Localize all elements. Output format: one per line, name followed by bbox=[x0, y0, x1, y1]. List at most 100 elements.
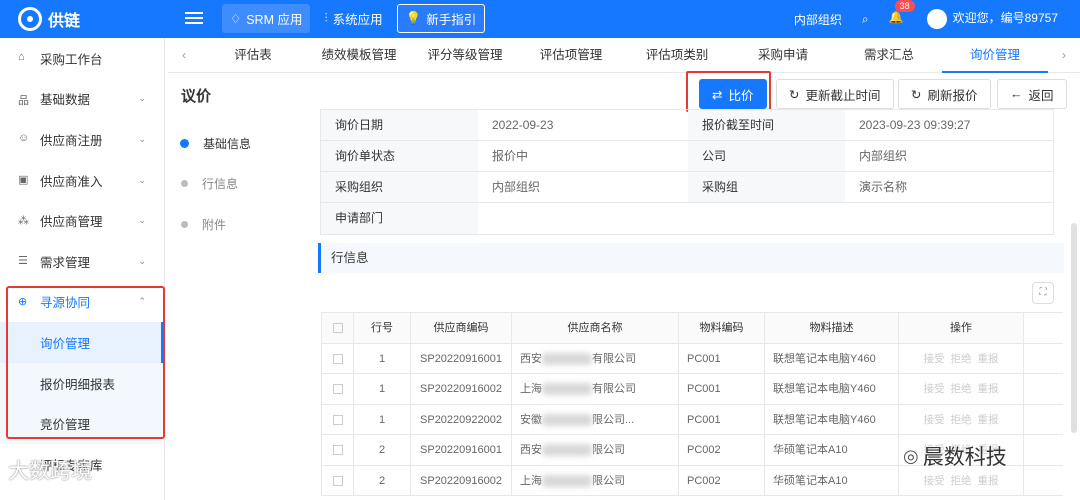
reject-link[interactable]: 拒绝 bbox=[951, 475, 972, 487]
update-deadline-button[interactable]: ↻ 更新截止时间 bbox=[776, 79, 894, 109]
topnav-system-app[interactable]: ⫶ 系统应用 bbox=[316, 4, 390, 33]
tab-evaluation-sheet[interactable]: 评估表 bbox=[200, 38, 306, 73]
checkbox-cell[interactable] bbox=[322, 435, 354, 465]
tab-inquiry-management[interactable]: 询价管理 bbox=[942, 38, 1048, 73]
row-checkbox[interactable] bbox=[332, 353, 343, 364]
tab-performance-template[interactable]: 绩效模板管理 bbox=[306, 38, 412, 73]
requote-link[interactable]: 重报 bbox=[978, 414, 999, 426]
topnav-srm-app[interactable]: ♢ SRM 应用 bbox=[222, 4, 311, 33]
tab-score-level[interactable]: 评分等级管理 bbox=[412, 38, 518, 73]
arrow-left-icon: ← bbox=[1010, 87, 1023, 101]
chevron-down-icon: ⌄ bbox=[138, 255, 146, 266]
checkbox-cell[interactable] bbox=[322, 374, 354, 404]
info-row: 询价单状态 报价中 公司 内部组织 bbox=[321, 141, 1053, 172]
topnav-guide[interactable]: 💡 新手指引 bbox=[396, 4, 486, 33]
info-label: 询价日期 bbox=[321, 110, 478, 140]
button-label: 返回 bbox=[1028, 88, 1054, 103]
search-icon[interactable]: ⌕ bbox=[862, 12, 869, 27]
chevron-down-icon: ⌄ bbox=[138, 174, 146, 185]
name-suffix: 限公司 bbox=[592, 474, 625, 487]
table-row[interactable]: 1 SP20220922002 安徽 限公司... PC001 联想笔记本电脑Y460 接受… bbox=[322, 404, 1063, 435]
anchor-line-info[interactable]: 行信息 bbox=[178, 164, 308, 205]
scrollbar[interactable] bbox=[1071, 223, 1077, 433]
checkbox-cell[interactable] bbox=[322, 465, 354, 495]
chevron-left-icon[interactable]: ‹ bbox=[168, 48, 200, 62]
reject-link[interactable]: 拒绝 bbox=[951, 353, 972, 365]
highlight-box-compare bbox=[686, 71, 771, 112]
sidebar-item-label: 供应商管理 bbox=[40, 215, 103, 230]
select-all-checkbox[interactable] bbox=[322, 313, 354, 343]
app-logo[interactable]: 供链 bbox=[0, 0, 165, 38]
topnav-label: SRM 应用 bbox=[246, 13, 303, 27]
redacted-block bbox=[542, 474, 592, 487]
back-button[interactable]: ← 返回 bbox=[997, 79, 1067, 109]
reject-link[interactable]: 拒绝 bbox=[951, 383, 972, 395]
sidebar-subitem-inquiry[interactable]: 询价管理 bbox=[0, 322, 164, 363]
material-code-cell: PC002 bbox=[679, 435, 765, 465]
header-cell: 行号 bbox=[354, 313, 411, 343]
tab-evaluation-category[interactable]: 评估项类别 bbox=[624, 38, 730, 73]
material-desc-cell: 华硕笔记本A10 bbox=[765, 435, 899, 465]
hierarchy-icon: 品 bbox=[18, 94, 29, 107]
sidebar-item-supplier-access[interactable]: ▣ 供应商准入 ⌄ bbox=[0, 160, 164, 201]
notification-bell[interactable]: 🔔 38 bbox=[888, 0, 915, 28]
wechat-icon: ◎ bbox=[903, 445, 919, 466]
tab-purchase-request[interactable]: 采购申请 bbox=[730, 38, 836, 73]
anchor-basic-info[interactable]: 基础信息 bbox=[178, 123, 308, 164]
checkbox-cell[interactable] bbox=[322, 343, 354, 373]
sidebar-subitem-bidding[interactable]: 竞价管理 bbox=[0, 403, 164, 444]
info-value: 内部组织 bbox=[859, 149, 908, 163]
sidebar-item-supplier-register[interactable]: ☺ 供应商注册 ⌄ bbox=[0, 119, 164, 160]
watermark-left: 大数跨境 bbox=[8, 460, 92, 483]
info-label: 询价单状态 bbox=[321, 141, 478, 171]
menu-toggle-icon[interactable] bbox=[185, 9, 203, 27]
accept-link[interactable]: 接受 bbox=[924, 383, 945, 395]
sidebar-item-purchase-workbench[interactable]: ⌂ 采购工作台 bbox=[0, 38, 164, 79]
redacted-block bbox=[542, 352, 592, 365]
requote-link[interactable]: 重报 bbox=[978, 353, 999, 365]
name-prefix: 上海 bbox=[520, 474, 542, 487]
supplier-name-cell: 西安 有限公司 bbox=[512, 343, 679, 373]
sidebar-item-basic-data[interactable]: 品 基础数据 ⌄ bbox=[0, 79, 164, 120]
info-label: 采购组织 bbox=[321, 172, 478, 202]
accept-link[interactable]: 接受 bbox=[924, 414, 945, 426]
anchor-attachments[interactable]: 附件 bbox=[178, 204, 308, 245]
tab-evaluation-item[interactable]: 评估项管理 bbox=[518, 38, 624, 73]
sidebar-item-supplier-manage[interactable]: ⁂ 供应商管理 ⌄ bbox=[0, 200, 164, 241]
chevron-right-icon[interactable]: › bbox=[1048, 48, 1080, 62]
refresh-quote-button[interactable]: ↻ 刷新报价 bbox=[898, 79, 991, 109]
tab-demand-summary[interactable]: 需求汇总 bbox=[836, 38, 942, 73]
accept-link[interactable]: 接受 bbox=[924, 475, 945, 487]
checkbox-cell[interactable] bbox=[322, 404, 354, 434]
row-checkbox[interactable] bbox=[332, 414, 343, 425]
requote-link[interactable]: 重报 bbox=[978, 475, 999, 487]
org-switcher[interactable]: 内部组织 bbox=[794, 11, 842, 28]
row-checkbox[interactable] bbox=[332, 475, 343, 486]
redacted-block bbox=[542, 413, 592, 426]
material-desc-cell: 联想笔记本电脑Y460 bbox=[765, 404, 899, 434]
requote-link[interactable]: 重报 bbox=[978, 383, 999, 395]
header-cell: 物料描述 bbox=[765, 313, 899, 343]
table-row[interactable]: 1 SP20220916002 上海 有限公司 PC001 联想笔记本电脑Y460 接受 拒绝… bbox=[322, 374, 1063, 405]
info-row: 采购组织 内部组织 采购组 演示名称 bbox=[321, 172, 1053, 203]
header-cell: 供应商名称 bbox=[512, 313, 679, 343]
sidebar-item-label: 供应商准入 bbox=[40, 174, 103, 189]
fullscreen-icon[interactable]: ⛶ bbox=[1032, 282, 1054, 304]
reject-link[interactable]: 拒绝 bbox=[951, 414, 972, 426]
accept-link[interactable]: 接受 bbox=[924, 353, 945, 365]
supplier-name-cell: 上海 限公司 bbox=[512, 465, 679, 495]
bell-icon: 🔔 bbox=[888, 10, 904, 24]
info-label: 报价截至时间 bbox=[688, 110, 845, 140]
table-row[interactable]: 1 SP20220916001 西安 有限公司 PC001 联想笔记本电脑Y460 接受 拒绝… bbox=[322, 343, 1063, 374]
info-row: 询价日期 2022-09-23 报价截至时间 2023-09-23 09:39:… bbox=[321, 110, 1053, 141]
row-checkbox[interactable] bbox=[332, 445, 343, 456]
sidebar-item-demand[interactable]: ☰ 需求管理 ⌄ bbox=[0, 241, 164, 282]
app-title: 供链 bbox=[48, 13, 81, 30]
user-menu[interactable]: 欢迎您，编号89757 bbox=[926, 9, 1058, 29]
sidebar-item-sourcing[interactable]: ⊕ 寻源协同 ⌃ bbox=[0, 282, 164, 323]
redacted-block bbox=[542, 444, 592, 457]
info-value: 2023-09-23 09:39:27 bbox=[859, 118, 971, 132]
row-checkbox[interactable] bbox=[332, 384, 343, 395]
sidebar-subitem-quote-report[interactable]: 报价明细报表 bbox=[0, 362, 164, 404]
material-code-cell: PC001 bbox=[679, 404, 765, 434]
